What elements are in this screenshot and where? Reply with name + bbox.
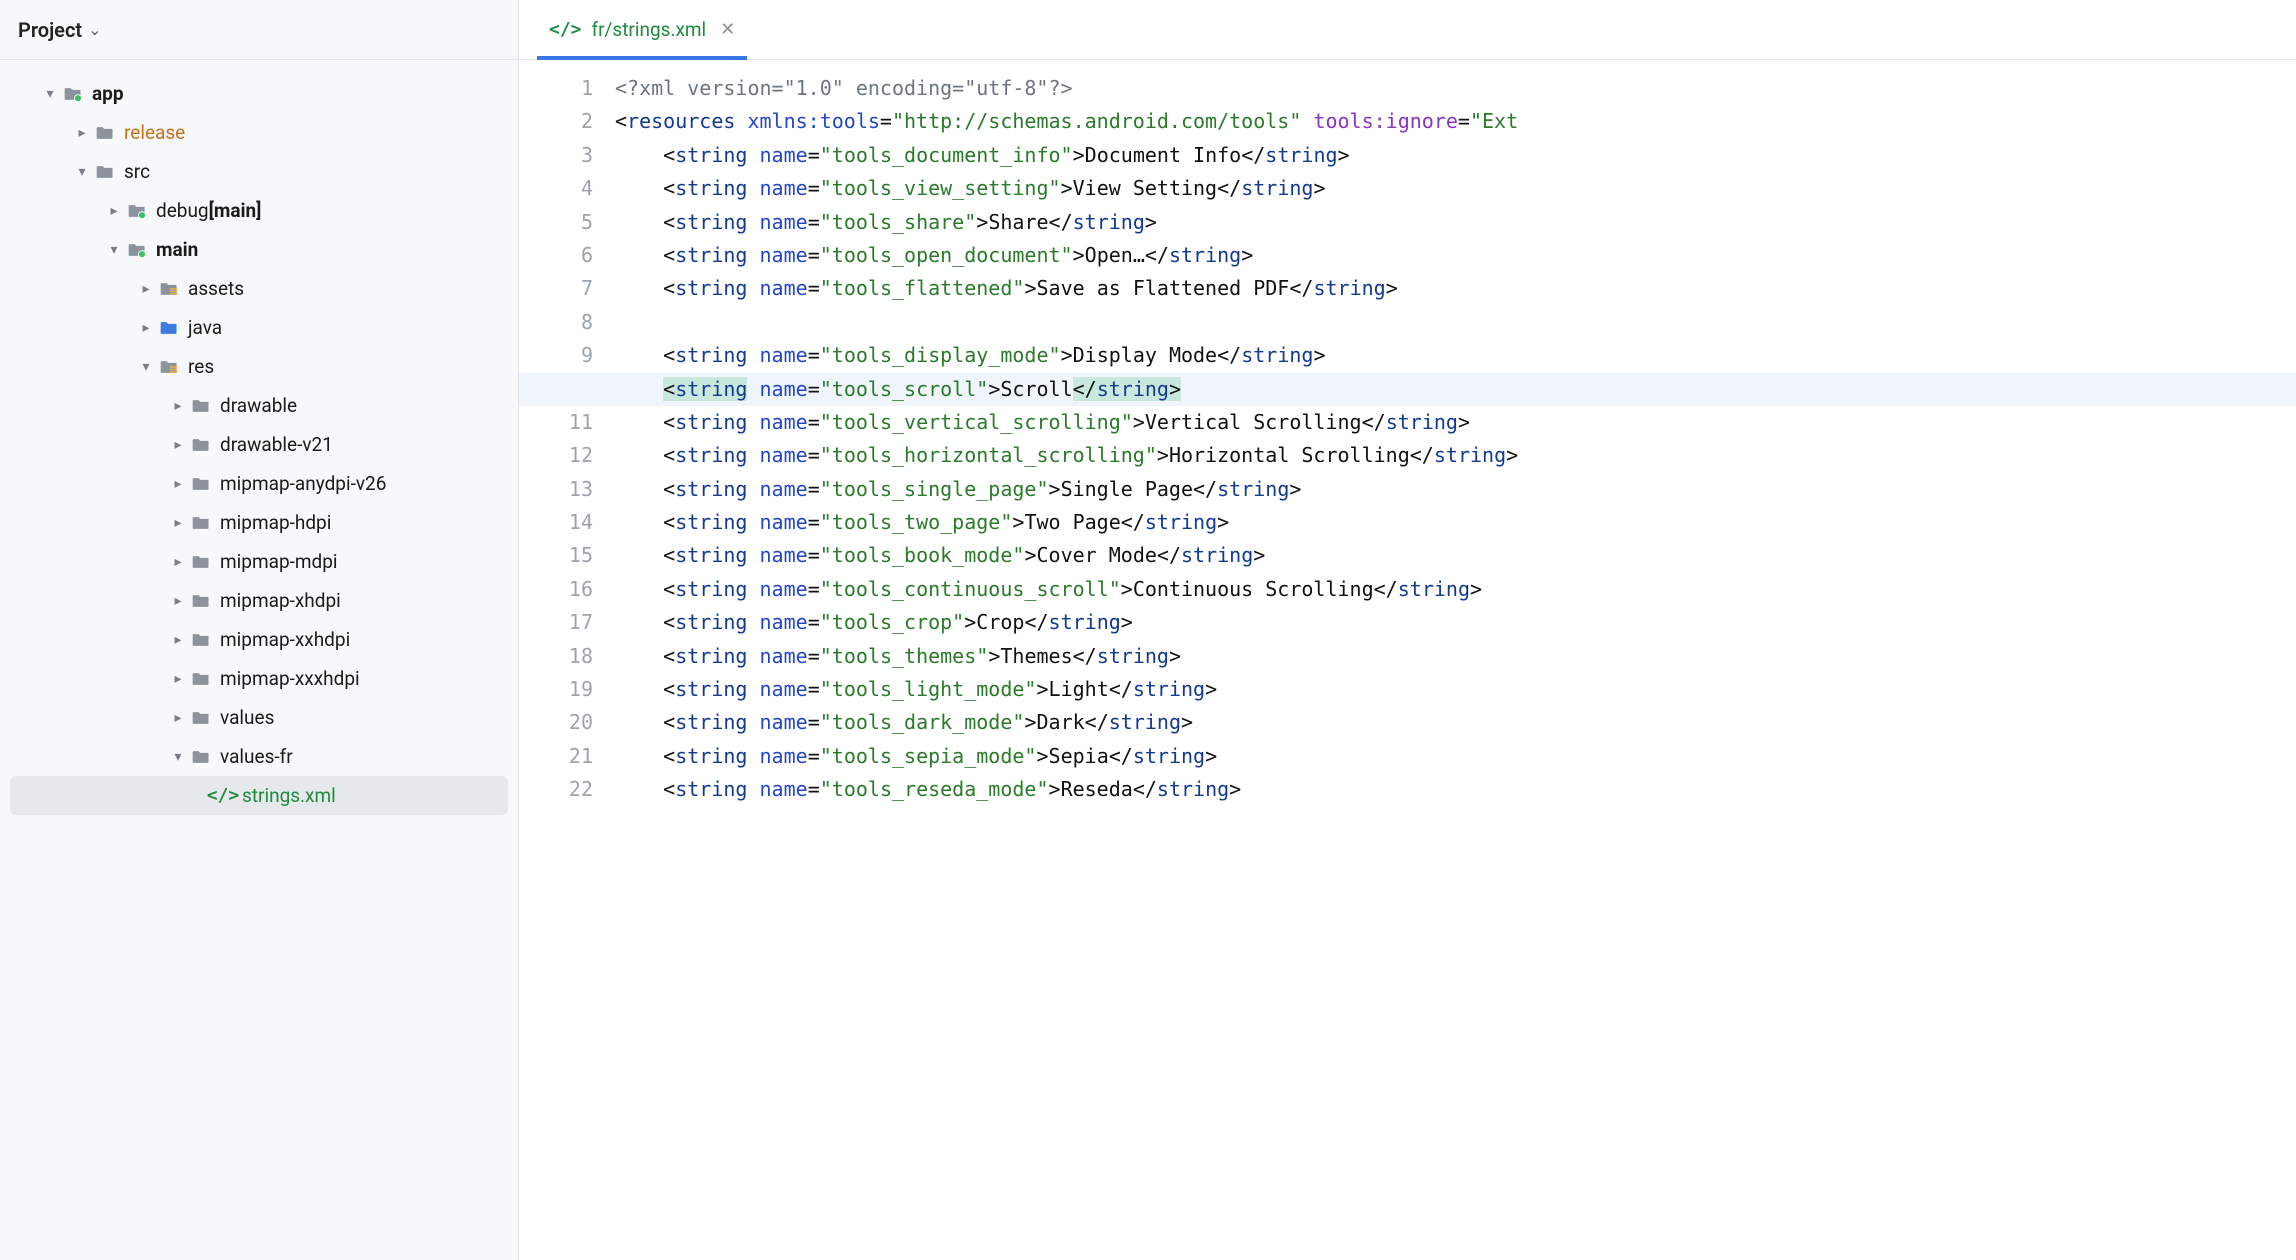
sidebar-header[interactable]: Project ⌄ — [0, 0, 518, 60]
close-icon[interactable]: ✕ — [720, 19, 735, 40]
tree-item-label: drawable-v21 — [220, 433, 333, 456]
code-line[interactable]: <string name="tools_two_page">Two Page</… — [611, 506, 2296, 539]
editor-tabbar: </> fr/strings.xml ✕ — [519, 0, 2296, 60]
code-line[interactable]: <string name="tools_open_document">Open…… — [611, 239, 2296, 272]
code-line[interactable]: <resources xmlns:tools="http://schemas.a… — [611, 105, 2296, 138]
tree-item-label: values — [220, 706, 274, 729]
code-line[interactable]: <string name="tools_display_mode">Displa… — [611, 339, 2296, 372]
chevron-right-icon[interactable]: ▸ — [168, 554, 188, 570]
chevron-right-icon[interactable]: ▸ — [136, 281, 156, 297]
tree-item[interactable]: ▸ assets — [0, 269, 518, 308]
chevron-right-icon[interactable]: ▸ — [136, 320, 156, 336]
xml-file-icon: </> — [212, 785, 234, 807]
code-line[interactable]: <string name="tools_crop">Crop</string> — [611, 606, 2296, 639]
tree-item[interactable]: ▸ java — [0, 308, 518, 347]
tree-item-label: mipmap-hdpi — [220, 511, 331, 534]
code-line[interactable]: <string name="tools_dark_mode">Dark</str… — [611, 706, 2296, 739]
chevron-right-icon[interactable]: ▸ — [104, 203, 124, 219]
tab-strings-xml[interactable]: </> fr/strings.xml ✕ — [537, 0, 747, 59]
tree-item-label: values-fr — [220, 745, 293, 768]
code-line[interactable]: <string name="tools_continuous_scroll">C… — [611, 573, 2296, 606]
tree-item-label: assets — [188, 277, 244, 300]
tree-item-label: mipmap-xhdpi — [220, 589, 341, 612]
tree-item[interactable]: ▾ main — [0, 230, 518, 269]
code-line[interactable] — [611, 306, 2296, 339]
tree-item[interactable]: ▸ mipmap-anydpi-v26 — [0, 464, 518, 503]
tree-item[interactable]: ▸ drawable-v21 — [0, 425, 518, 464]
tree-item-label: mipmap-mdpi — [220, 550, 338, 573]
code-line[interactable]: <string name="tools_reseda_mode">Reseda<… — [611, 773, 2296, 806]
chevron-right-icon[interactable]: ▸ — [168, 671, 188, 687]
tree-item[interactable]: ▾ values-fr — [0, 737, 518, 776]
tree-item-label: main — [156, 238, 198, 261]
code-line[interactable]: <string name="tools_themes">Themes</stri… — [611, 640, 2296, 673]
editor-pane: </> fr/strings.xml ✕ 1234567891011121314… — [519, 0, 2296, 1260]
tree-item-label: mipmap-xxhdpi — [220, 628, 350, 651]
chevron-down-icon[interactable]: ▾ — [136, 359, 156, 375]
code-line[interactable]: <string name="tools_scroll">Scroll</stri… — [611, 373, 2296, 406]
tree-item-label: app — [92, 82, 124, 105]
tree-item-label: drawable — [220, 394, 297, 417]
tree-item[interactable]: ▸</>strings.xml — [10, 776, 508, 815]
chevron-right-icon[interactable]: ▸ — [168, 398, 188, 414]
code-line[interactable]: <string name="tools_sepia_mode">Sepia</s… — [611, 740, 2296, 773]
code-line[interactable]: <?xml version="1.0" encoding="utf-8"?> — [611, 72, 2296, 105]
code-line[interactable]: <string name="tools_vertical_scrolling">… — [611, 406, 2296, 439]
tab-title: fr/strings.xml — [592, 18, 707, 41]
code-line[interactable]: <string name="tools_view_setting">View S… — [611, 172, 2296, 205]
tree-item[interactable]: ▸ values — [0, 698, 518, 737]
code-line[interactable]: <string name="tools_document_info">Docum… — [611, 139, 2296, 172]
tree-item[interactable]: ▾ src — [0, 152, 518, 191]
code-line[interactable]: <string name="tools_single_page">Single … — [611, 473, 2296, 506]
code-editor[interactable]: 12345678910111213141516171819202122 <?xm… — [519, 60, 2296, 1260]
tree-item[interactable]: ▸ mipmap-mdpi — [0, 542, 518, 581]
tree-item[interactable]: ▸ release — [0, 113, 518, 152]
code-line[interactable]: <string name="tools_flattened">Save as F… — [611, 272, 2296, 305]
tree-item-label: release — [124, 121, 185, 144]
project-sidebar: Project ⌄ ▾app▸release▾src▸debug [main]▾… — [0, 0, 519, 1260]
project-tree[interactable]: ▾app▸release▾src▸debug [main]▾main▸asset… — [0, 60, 518, 815]
tree-item-label: mipmap-anydpi-v26 — [220, 472, 386, 495]
code-line[interactable]: <string name="tools_light_mode">Light</s… — [611, 673, 2296, 706]
tree-item[interactable]: ▸ mipmap-xxhdpi — [0, 620, 518, 659]
chevron-right-icon[interactable]: ▸ — [168, 476, 188, 492]
chevron-right-icon[interactable]: ▸ — [168, 632, 188, 648]
tree-item[interactable]: ▾ res — [0, 347, 518, 386]
code-line[interactable]: <string name="tools_book_mode">Cover Mod… — [611, 539, 2296, 572]
tree-item-label: res — [188, 355, 214, 378]
chevron-right-icon[interactable]: ▸ — [168, 710, 188, 726]
code-line[interactable]: <string name="tools_horizontal_scrolling… — [611, 439, 2296, 472]
tree-item-label: mipmap-xxxhdpi — [220, 667, 360, 690]
chevron-down-icon[interactable]: ▾ — [104, 242, 124, 258]
tree-item-label: strings.xml — [242, 784, 336, 807]
tree-item[interactable]: ▸debug [main] — [0, 191, 518, 230]
tree-item-label: src — [124, 160, 150, 183]
tree-item[interactable]: ▾ app — [0, 74, 518, 113]
line-number-gutter: 12345678910111213141516171819202122 — [519, 60, 611, 1260]
chevron-down-icon: ⌄ — [88, 20, 101, 39]
tree-item[interactable]: ▸ drawable — [0, 386, 518, 425]
chevron-right-icon[interactable]: ▸ — [168, 593, 188, 609]
tree-item[interactable]: ▸ mipmap-hdpi — [0, 503, 518, 542]
tree-item[interactable]: ▸ mipmap-xhdpi — [0, 581, 518, 620]
chevron-right-icon[interactable]: ▸ — [72, 125, 92, 141]
chevron-down-icon[interactable]: ▾ — [72, 164, 92, 180]
tree-item[interactable]: ▸ mipmap-xxxhdpi — [0, 659, 518, 698]
code-line[interactable]: <string name="tools_share">Share</string… — [611, 206, 2296, 239]
chevron-right-icon[interactable]: ▸ — [168, 515, 188, 531]
xml-file-icon: </> — [549, 19, 582, 40]
tree-item-label: debug — [156, 199, 209, 222]
sidebar-title: Project — [18, 18, 82, 42]
tree-item-label: java — [188, 316, 222, 339]
chevron-down-icon[interactable]: ▾ — [40, 86, 60, 102]
code-content[interactable]: <?xml version="1.0" encoding="utf-8"?><r… — [611, 60, 2296, 1260]
chevron-down-icon[interactable]: ▾ — [168, 749, 188, 765]
chevron-right-icon[interactable]: ▸ — [168, 437, 188, 453]
